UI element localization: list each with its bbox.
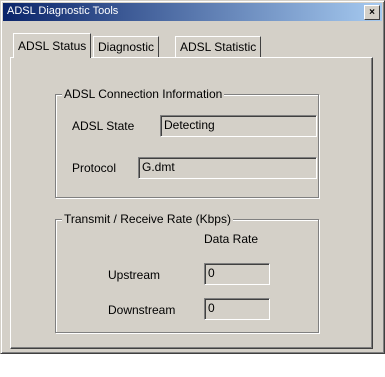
tab-panel: ADSL Connection Information ADSL State D… — [10, 57, 373, 349]
protocol-field: G.dmt — [138, 157, 317, 179]
tab-diagnostic[interactable]: Diagnostic — [93, 36, 160, 57]
title-bar[interactable]: ADSL Diagnostic Tools × — [3, 3, 382, 21]
window-title: ADSL Diagnostic Tools — [7, 5, 119, 17]
close-icon[interactable]: × — [364, 5, 380, 20]
tab-adsl-status[interactable]: ADSL Status — [13, 33, 92, 58]
adsl-state-label: ADSL State — [72, 119, 135, 133]
tab-adsl-statistic[interactable]: ADSL Statistic — [175, 36, 262, 57]
connection-info-group: ADSL Connection Information ADSL State D… — [55, 87, 319, 198]
upstream-field: 0 — [204, 263, 270, 285]
adsl-state-field: Detecting — [160, 115, 317, 137]
dialog-window: ADSL Diagnostic Tools × ADSL Status Diag… — [0, 0, 385, 354]
transmit-receive-group: Transmit / Receive Rate (Kbps) Data Rate… — [55, 212, 319, 333]
downstream-field: 0 — [204, 298, 270, 320]
connection-info-legend: ADSL Connection Information — [62, 87, 225, 101]
upstream-label: Upstream — [108, 268, 161, 282]
protocol-label: Protocol — [72, 161, 117, 175]
transmit-receive-legend: Transmit / Receive Rate (Kbps) — [62, 212, 233, 226]
data-rate-header: Data Rate — [204, 232, 259, 246]
downstream-label: Downstream — [108, 303, 176, 317]
